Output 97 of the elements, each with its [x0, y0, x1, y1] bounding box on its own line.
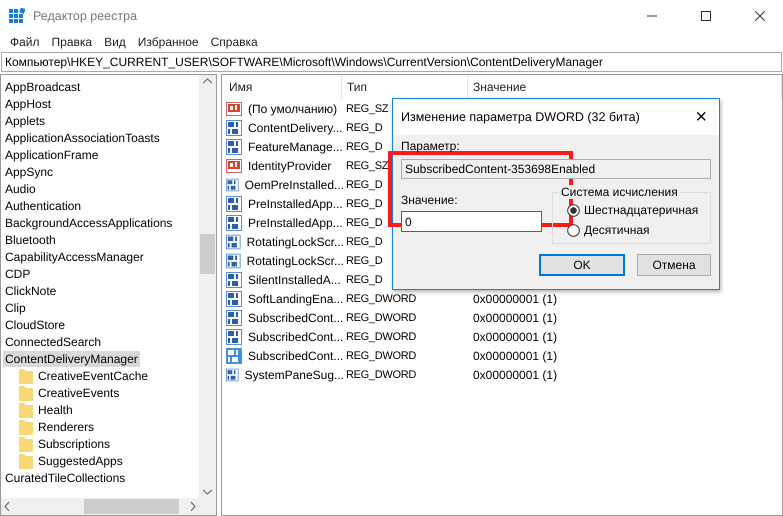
tree-item[interactable]: Bluetooth — [3, 232, 58, 248]
menu-item[interactable]: Справка — [204, 35, 264, 49]
tree-item[interactable]: Audio — [3, 180, 38, 196]
tree-item[interactable]: AppBroadcast — [3, 78, 82, 94]
value-data: 0x00000001 (1) — [472, 292, 558, 306]
horizontal-scrollbar[interactable] — [1, 498, 199, 515]
scrollbar-thumb[interactable] — [200, 234, 215, 274]
tree-item[interactable]: SuggestedApps — [36, 452, 125, 468]
value-name[interactable]: SubscribedCont... — [245, 348, 344, 362]
value-type: REG_SZ — [345, 160, 388, 172]
tree-item[interactable]: ClickNote — [3, 282, 58, 298]
value-name[interactable]: PreInstalledApp... — [245, 216, 343, 230]
window-title: Редактор реестра — [33, 9, 138, 23]
scroll-right-icon[interactable] — [190, 502, 196, 511]
tree-item[interactable]: AppSync — [3, 164, 56, 180]
value-type: REG_DWORD — [345, 330, 416, 342]
value-name[interactable]: RotatingLockScr... — [244, 254, 344, 268]
value-type: REG_DWORD — [345, 368, 416, 380]
tree-item[interactable]: CDP — [3, 266, 32, 282]
close-button[interactable]: × — [689, 106, 713, 128]
field-label: Параметр: — [401, 139, 461, 153]
value-name[interactable]: PreInstalledApp... — [245, 196, 343, 210]
dialog-button[interactable]: Отмена — [637, 254, 711, 276]
scroll-left-icon[interactable] — [4, 502, 10, 511]
tree-item[interactable]: ApplicationFrame — [3, 146, 100, 162]
value-type: REG_D — [345, 122, 382, 134]
value-name[interactable]: SoftLandingEna... — [245, 292, 344, 306]
value-name[interactable]: ContentDelivery... — [245, 120, 342, 134]
radio-label[interactable]: Шестнадцатеричная — [584, 203, 698, 217]
tree-item[interactable]: ConnectedSearch — [3, 334, 104, 350]
folder-icon — [19, 436, 33, 452]
folder-icon — [19, 402, 33, 418]
dialog-title: Изменение параметра DWORD (32 бита) — [401, 110, 640, 124]
value-type: REG_D — [345, 236, 382, 248]
scroll-down-icon[interactable] — [203, 489, 212, 495]
value-type: REG_D — [345, 198, 382, 210]
value-name[interactable]: SystemPaneSug... — [242, 368, 344, 382]
scroll-up-icon[interactable] — [203, 78, 212, 84]
maximize-icon[interactable] — [701, 11, 711, 21]
value-name[interactable]: RotatingLockScr... — [244, 234, 344, 248]
radio-button[interactable] — [567, 204, 580, 216]
vertical-scrollbar[interactable] — [199, 75, 216, 498]
value-name[interactable]: SubscribedCont... — [245, 310, 344, 324]
dialog-button[interactable]: OK — [539, 254, 625, 276]
tree-item[interactable]: CuratedTileCollections — [3, 470, 128, 486]
scrollbar-thumb[interactable] — [84, 499, 179, 514]
column-header[interactable]: Имя — [224, 75, 342, 99]
tree-item[interactable]: Health — [36, 402, 75, 418]
folder-icon — [19, 384, 33, 400]
address-bar[interactable]: Компьютер\HKEY_CURRENT_USER\SOFTWARE\Microsoft\Windows\CurrentVersion\ContentDeliveryManager — [1, 52, 782, 72]
tree-item[interactable]: Authentication — [3, 198, 84, 214]
tree-item[interactable]: Subscriptions — [36, 436, 112, 452]
folder-icon — [19, 418, 33, 434]
radio-button[interactable] — [567, 224, 580, 236]
value-data: 0x00000001 (1) — [472, 368, 558, 382]
value-type: REG_DWORD — [345, 292, 416, 304]
value-type: REG_D — [345, 254, 382, 266]
value-type: REG_DWORD — [345, 312, 416, 324]
tree-item[interactable]: ApplicationAssociationToasts — [3, 130, 162, 146]
group-label: Система исчисления — [559, 185, 680, 199]
value-type: REG_DWORD — [345, 350, 416, 362]
field-label: Значение: — [401, 193, 459, 207]
tree-item[interactable]: ContentDeliveryManager — [3, 350, 140, 366]
tree-item[interactable]: Renderers — [36, 418, 96, 434]
value-field[interactable]: 0 — [401, 211, 542, 232]
folder-icon — [19, 368, 33, 384]
tree-item[interactable]: CreativeEvents — [36, 384, 122, 400]
value-name[interactable]: (По умолчанию) — [245, 102, 338, 116]
value-name[interactable]: IdentityProvider — [245, 158, 332, 172]
value-name[interactable]: FeatureManage... — [245, 140, 343, 154]
registry-editor-icon — [9, 8, 25, 24]
parameter-field[interactable]: SubscribedContent-353698Enabled — [401, 159, 711, 179]
folder-icon — [19, 452, 33, 468]
tree-item[interactable]: CapabilityAccessManager — [3, 248, 146, 264]
tree-item[interactable]: CreativeEventCache — [36, 368, 150, 384]
value-type: REG_D — [345, 140, 382, 152]
value-name[interactable]: SilentInstalledA... — [245, 272, 341, 286]
menu-item[interactable]: Файл — [4, 35, 46, 49]
value-type: REG_SZ — [345, 102, 388, 114]
value-type: REG_D — [345, 274, 382, 286]
value-type: REG_D — [345, 178, 382, 190]
menu-item[interactable]: Избранное — [132, 35, 205, 49]
value-data: 0x00000001 (1) — [472, 330, 558, 344]
tree-item[interactable]: BackgroundAccessApplications — [3, 214, 174, 230]
menu-item[interactable]: Правка — [46, 35, 98, 49]
value-data: 0x00000001 (1) — [472, 348, 558, 362]
value-name[interactable]: OemPreInstalled... — [242, 178, 344, 192]
tree-item[interactable]: AppHost — [3, 96, 54, 112]
radio-label[interactable]: Десятичная — [584, 223, 650, 237]
menu-item[interactable]: Вид — [98, 35, 132, 49]
value-data: 0x00000001 (1) — [472, 310, 558, 324]
tree-item[interactable]: Applets — [3, 112, 48, 128]
value-type: REG_D — [345, 216, 382, 228]
value-name[interactable]: SubscribedCont... — [245, 330, 344, 344]
close-icon[interactable] — [755, 11, 765, 21]
tree-item[interactable]: Clip — [3, 300, 28, 316]
tree-item[interactable]: CloudStore — [3, 316, 68, 332]
